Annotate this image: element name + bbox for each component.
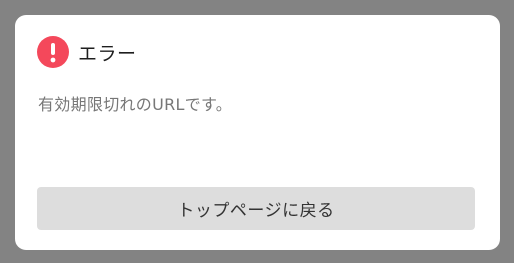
back-to-top-button-label: トップページに戻る	[177, 201, 335, 221]
error-message: 有効期限切れのURLです。	[38, 95, 233, 114]
error-dialog: エラー 有効期限切れのURLです。 トップページに戻る	[15, 15, 500, 250]
back-to-top-button[interactable]: トップページに戻る	[37, 187, 475, 230]
dialog-header: エラー	[37, 35, 137, 69]
dialog-title: エラー	[78, 42, 137, 65]
exclamation-circle-icon	[37, 36, 69, 68]
